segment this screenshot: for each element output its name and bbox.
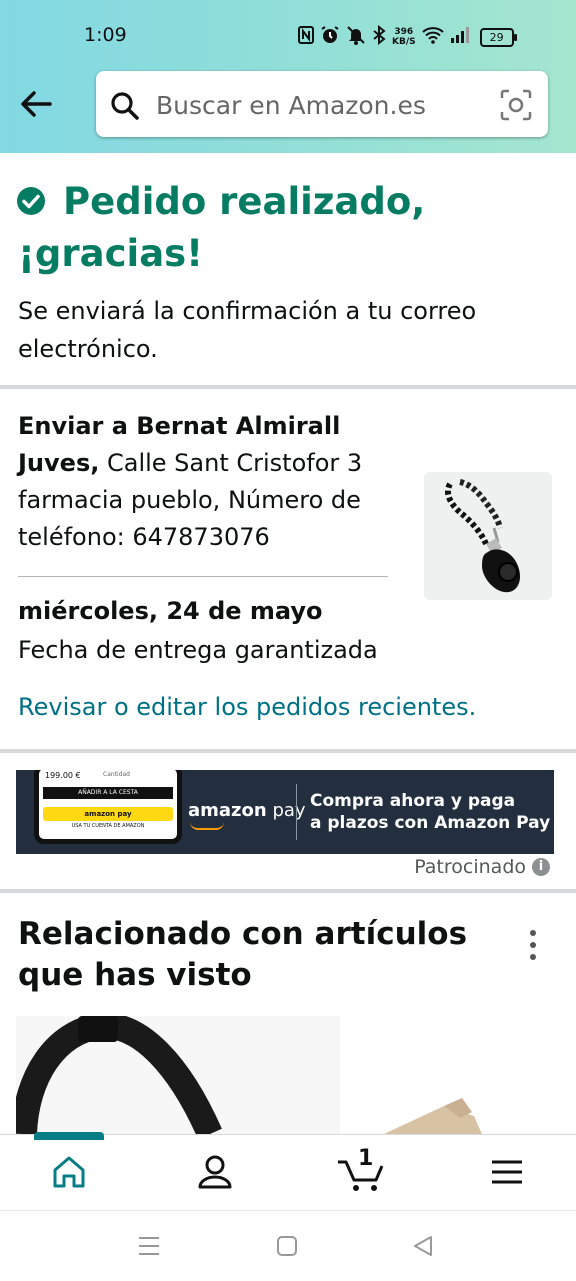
ad-phone-qty: Cantidad (103, 771, 130, 778)
nav-account[interactable] (193, 1150, 237, 1194)
confirmation-message: Se enviará la confirmación a tu correo e… (18, 297, 477, 363)
battery-indicator: 29 (479, 27, 517, 47)
more-options-icon[interactable] (522, 930, 544, 970)
amazon-smile-icon (190, 822, 224, 830)
amazon-pay-logo: amazon pay (188, 800, 306, 821)
app-header: 1:09 396 KB/S 29 (0, 0, 576, 153)
order-confirmation-title: Pedido realizado, ¡gracias! (18, 180, 426, 275)
network-speed: 396 KB/S (392, 27, 416, 47)
ad-line-1: Compra ahora y paga (310, 791, 516, 811)
nav-cart[interactable]: 1 (336, 1146, 386, 1194)
related-item-image[interactable] (360, 1016, 560, 1134)
network-speed-unit: KB/S (392, 37, 416, 47)
delivery-guarantee: Fecha de entrega garantizada (18, 636, 378, 664)
ad-phone-cart-button: AÑADIR A LA CESTA (43, 787, 173, 799)
status-icons: 396 KB/S 29 (298, 24, 517, 50)
home-square-icon[interactable] (276, 1235, 298, 1257)
delivery-date: miércoles, 24 de mayo (18, 597, 323, 625)
nav-menu[interactable] (485, 1150, 529, 1194)
user-icon (198, 1155, 232, 1189)
clicker-image (444, 479, 521, 593)
product-thumbnail[interactable] (424, 472, 552, 600)
section-divider (0, 889, 576, 893)
toy-image (384, 1098, 482, 1134)
recent-apps-icon[interactable] (138, 1235, 160, 1257)
search-icon (111, 92, 139, 120)
search-input[interactable] (154, 85, 488, 125)
active-tab-indicator (34, 1132, 104, 1140)
amazon-pay-ad[interactable]: 199.00 € Cantidad AÑADIR A LA CESTA amaz… (16, 770, 554, 854)
search-bar[interactable] (96, 71, 548, 137)
back-arrow-icon (21, 91, 52, 117)
section-divider (0, 385, 576, 389)
phone-mockup: 199.00 € Cantidad AÑADIR A LA CESTA amaz… (34, 770, 182, 844)
related-section-title: Relacionado con artículos que has visto (18, 916, 468, 993)
review-orders-link[interactable]: Revisar o editar los pedidos recientes. (18, 693, 476, 721)
system-navigation (0, 1210, 576, 1281)
nfc-icon (298, 26, 314, 48)
collar-image (16, 1016, 222, 1134)
ad-phone-caption: USA TU CUENTA DE AMAZON (71, 823, 145, 829)
bluetooth-icon (372, 24, 386, 49)
ad-text: Compra ahora y paga a plazos con Amazon … (310, 790, 550, 834)
cart-count: 1 (358, 1146, 374, 1171)
home-icon (53, 1156, 85, 1188)
nav-home[interactable] (47, 1150, 91, 1194)
wifi-icon (421, 26, 444, 48)
ad-separator (296, 784, 297, 840)
ad-phone-pay-button: amazon pay (43, 807, 173, 821)
logo-bold: amazon (188, 800, 267, 821)
status-time: 1:09 (84, 24, 127, 46)
sponsored-text: Patrocinado (414, 856, 526, 878)
back-button[interactable] (16, 84, 56, 124)
sponsored-label[interactable]: Patrocinado i (414, 856, 550, 878)
logo-light: pay (266, 800, 306, 821)
ad-line-2: a plazos con Amazon Pay (310, 813, 551, 833)
network-speed-value: 396 (394, 27, 414, 37)
section-divider (0, 749, 576, 753)
hamburger-icon (492, 1160, 522, 1184)
info-icon[interactable]: i (532, 858, 550, 876)
related-item-image[interactable] (16, 1016, 340, 1134)
alarm-icon (320, 25, 340, 49)
related-carousel[interactable] (0, 1016, 576, 1134)
back-triangle-icon[interactable] (412, 1235, 434, 1257)
shipping-address: Enviar a Bernat Almirall Juves, Calle Sa… (18, 408, 398, 556)
shipping-divider (18, 576, 388, 577)
signal-icon (450, 27, 470, 47)
ad-phone-price: 199.00 € (45, 771, 81, 780)
mute-icon (346, 25, 366, 49)
camera-search-icon[interactable] (500, 89, 532, 121)
